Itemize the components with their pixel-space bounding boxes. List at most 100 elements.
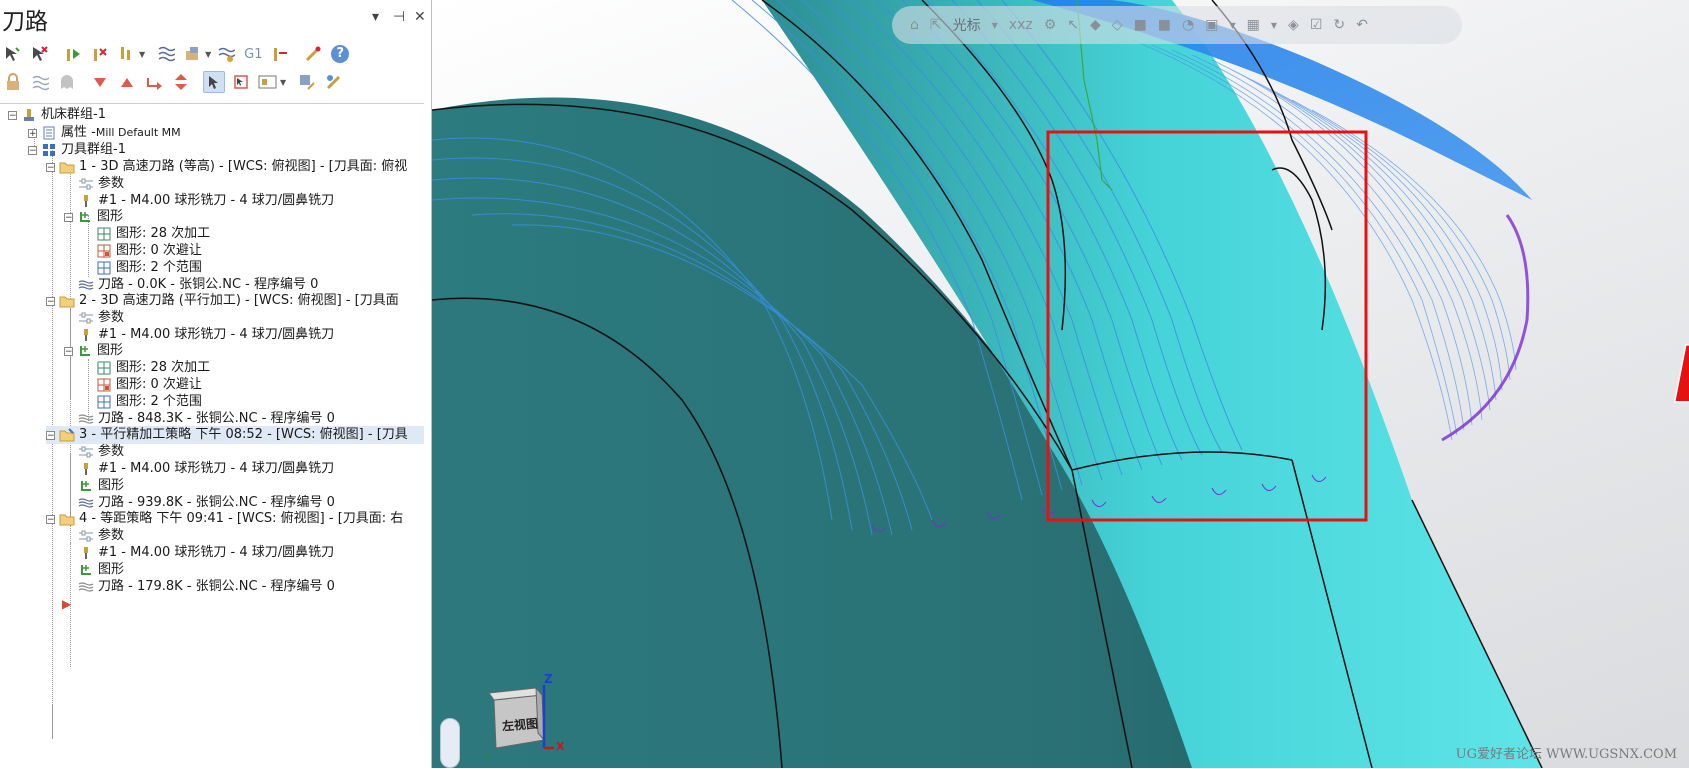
regen-dirty-icon[interactable] [89,43,111,65]
folder-icon [59,428,75,442]
collapse-icon[interactable]: − [46,296,55,306]
tree-node-geometry-avoid[interactable]: 图形: 0 次避让 [96,242,202,260]
select-icon[interactable]: ↖ [1067,17,1079,33]
tree-node-tool-group[interactable]: − 刀具群组-1 [28,141,126,159]
verify-select-icon[interactable]: ◈ [1288,17,1299,33]
collapse-icon[interactable]: − [46,430,55,440]
tree-node-properties[interactable]: + 属性 - Mill Default MM [28,124,181,142]
settings-icon[interactable]: ⚙ [1044,17,1057,33]
viewcube-label: 左视图 [501,716,539,734]
regen-icon[interactable] [62,43,84,65]
select-region-icon[interactable] [230,71,252,93]
collapse-icon[interactable]: − [28,145,37,155]
view-toolbar: ⌂ ⇱ 光标 ▼ xxz ⚙ ↖ ◆ ◇ ■ ■ ◔ ▣ ▼ ▦ ▼ ◈ ☑ ↻… [892,6,1462,44]
close-panel-button[interactable]: ✕ [414,9,426,25]
dropdown-arrow-icon[interactable]: ▼ [1229,21,1235,30]
move-down-icon[interactable] [89,71,111,93]
select-all-icon[interactable] [2,43,24,65]
tree-node-operation-1[interactable]: − 1 - 3D 高速刀路 (等高) - [WCS: 俯视图] - [刀具面: … [46,158,407,176]
operations-tree: − 机床群组-1 + 属性 - Mill Default MM − 刀具群组-1… [0,103,424,769]
select-filter-icon[interactable]: ▣ [1205,17,1218,33]
lock-icon[interactable] [2,71,24,93]
pie-icon[interactable]: ◔ [1182,17,1194,33]
tree-node-label: #1 - M4.00 球形铣刀 - 4 球刀/圆鼻铣刀 [98,327,335,342]
tree-node-geometry[interactable]: 图形 [78,561,124,579]
rotate-view-button[interactable] [440,718,460,768]
collapse-icon[interactable]: − [46,514,55,524]
backplot-icon[interactable] [215,43,237,65]
tree-node-geometry-avoid[interactable]: 图形: 0 次避让 [96,376,202,394]
tree-node-geometry-machining[interactable]: 图形: 28 次加工 [96,225,210,243]
toolpath-toolbar-row1: ▼ ▼ G1 ? [2,41,356,67]
solid-icon[interactable]: ◆ [1090,17,1101,33]
parameters-icon [78,177,94,191]
tree-node-operation-4[interactable]: − 4 - 等距策略 下午 09:41 - [WCS: 俯视图] - [刀具面:… [46,510,403,528]
dropdown-arrow-icon[interactable]: ▼ [139,50,145,59]
cursor-icon[interactable]: ⇱ [930,17,942,33]
undo-icon[interactable]: ↶ [1356,17,1368,33]
check-select-icon[interactable]: ☑ [1310,17,1323,33]
tree-node-parameters[interactable]: 参数 [78,175,124,193]
toolpath-icon[interactable] [155,43,177,65]
toolpath-icon [78,496,94,510]
dropdown-arrow-icon[interactable]: ▼ [205,50,211,59]
dropdown-arrow-icon[interactable]: ▼ [1271,21,1277,30]
panel-menu-button[interactable]: ▾ [372,9,379,25]
tree-node-tool[interactable]: #1 - M4.00 球形铣刀 - 4 球刀/圆鼻铣刀 [78,460,334,478]
pin-icon[interactable]: ⊣ [393,9,405,25]
tree-node-geometry-range[interactable]: 图形: 2 个范围 [96,393,202,411]
help-icon[interactable]: ? [329,43,351,65]
display-toolpath-icon[interactable] [29,71,51,93]
tree-node-geometry-range[interactable]: 图形: 2 个范围 [96,259,202,277]
dropdown-arrow-icon[interactable]: ▼ [992,21,998,30]
edit-icon[interactable] [323,71,345,93]
wire-icon[interactable]: ◇ [1112,17,1123,33]
expand-icon[interactable]: + [28,128,37,138]
tree-node-parameters[interactable]: 参数 [78,527,124,545]
select-active-icon[interactable] [203,71,225,93]
highspeed-icon[interactable] [269,43,291,65]
collapse-icon[interactable]: − [46,162,55,172]
tree-node-tool[interactable]: #1 - M4.00 球形铣刀 - 4 球刀/圆鼻铣刀 [78,544,334,562]
graphics-viewport[interactable]: ⌂ ⇱ 光标 ▼ xxz ⚙ ↖ ◆ ◇ ■ ■ ◔ ▣ ▼ ▦ ▼ ◈ ☑ ↻… [432,0,1689,768]
g1-icon[interactable]: G1 [242,43,264,65]
mc2-annotation: MC2 [1672,329,1689,421]
tree-node-geometry[interactable]: − 图形 [64,208,123,226]
display-options-icon[interactable] [257,71,279,93]
post-icon[interactable] [116,43,138,65]
range-geometry-icon [96,395,112,409]
tree-node-machine-group[interactable]: − 机床群组-1 [8,106,106,124]
toolpath-icon [78,412,94,426]
tree-node-label: 刀具群组-1 [61,142,126,157]
move-up-icon[interactable] [116,71,138,93]
dropdown-arrow-icon[interactable]: ▼ [280,78,286,87]
tree-node-operation-2[interactable]: − 2 - 3D 高速刀路 (平行加工) - [WCS: 俯视图] - [刀具面 [46,292,399,310]
cursor-mode-label[interactable]: 光标 [953,15,981,35]
tree-node-geometry-machining[interactable]: 图形: 28 次加工 [96,359,210,377]
shade2-icon[interactable]: ■ [1158,17,1171,33]
ghost-icon[interactable] [56,71,78,93]
tree-node-geometry[interactable]: − 图形 [64,342,123,360]
window-select-icon[interactable]: ▦ [1247,17,1260,33]
tools-icon[interactable] [302,43,324,65]
collapse-icon[interactable]: − [64,212,73,222]
tree-node-parameters[interactable]: 参数 [78,309,124,327]
shade-icon[interactable]: ■ [1134,17,1147,33]
collapse-icon[interactable]: − [8,110,17,120]
tree-node-operation-3[interactable]: − 3 - 平行精加工策略 下午 08:52 - [WCS: 俯视图] - [刀… [46,426,424,444]
rotate-icon[interactable]: ↻ [1333,17,1345,33]
tree-node-parameters[interactable]: 参数 [78,443,124,461]
tree-node-geometry[interactable]: 图形 [78,477,124,495]
home-icon[interactable]: ⌂ [910,17,919,33]
geometry-icon [77,344,93,358]
xyz-icon[interactable]: xxz [1009,17,1033,33]
ops-manager-icon[interactable] [296,71,318,93]
expand-icon[interactable] [170,71,192,93]
insert-position-arrow[interactable]: ▶ [62,595,71,613]
insert-arrow-icon[interactable] [143,71,165,93]
deselect-icon[interactable] [29,43,51,65]
parameters-icon [78,311,94,325]
tree-node-toolpath[interactable]: 刀路 - 179.8K - 张铜公.NC - 程序编号 0 [78,578,335,596]
verify-icon[interactable] [182,43,204,65]
collapse-icon[interactable]: − [64,346,73,356]
